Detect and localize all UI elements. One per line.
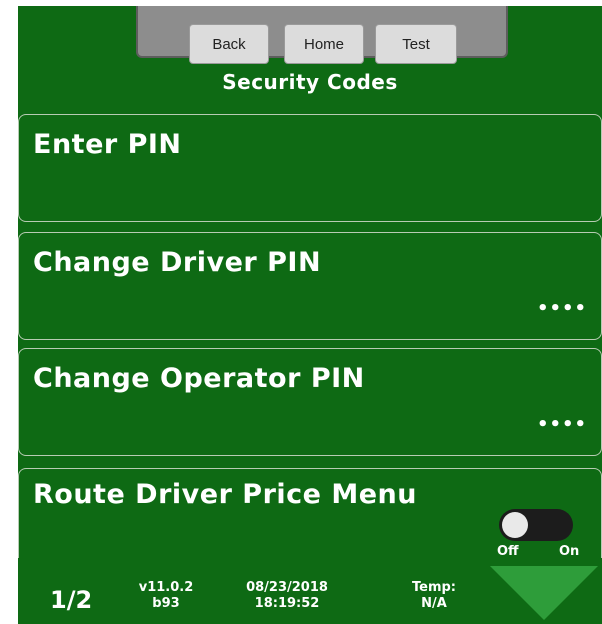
menu-item-label: Change Driver PIN [33, 247, 322, 278]
screen: Back Home Test Security Codes Enter PIN … [18, 6, 602, 624]
toggle-on-label: On [559, 544, 580, 559]
home-button[interactable]: Home [284, 24, 364, 64]
datetime-info: 08/23/2018 18:19:52 [232, 580, 342, 612]
route-driver-price-toggle[interactable] [499, 509, 573, 541]
next-page-arrow-icon[interactable] [490, 566, 598, 620]
masked-pin-value: •••• [536, 298, 587, 319]
menu-item-change-driver-pin[interactable]: Change Driver PIN •••• [18, 232, 602, 340]
menu-item-change-operator-pin[interactable]: Change Operator PIN •••• [18, 348, 602, 456]
version-number: v11.0.2 [138, 580, 194, 595]
date-text: 08/23/2018 [246, 580, 328, 595]
footer: 1/2 v11.0.2 b93 08/23/2018 18:19:52 Temp… [18, 558, 602, 624]
temp-label: Temp: [411, 580, 456, 595]
temperature-info: Temp: N/A [404, 580, 464, 612]
toggle-off-label: Off [497, 544, 519, 559]
menu-item-enter-pin[interactable]: Enter PIN [18, 114, 602, 222]
temp-value: N/A [421, 596, 447, 611]
menu-item-label: Route Driver Price Menu [33, 479, 417, 510]
test-button[interactable]: Test [375, 24, 457, 64]
time-text: 18:19:52 [254, 596, 320, 611]
menu-item-label: Enter PIN [33, 129, 182, 160]
build-number: b93 [152, 596, 180, 611]
masked-pin-value: •••• [536, 414, 587, 435]
version-info: v11.0.2 b93 [136, 580, 196, 612]
toggle-knob [502, 512, 528, 538]
page-indicator: 1/2 [50, 586, 93, 614]
page-title: Security Codes [222, 70, 398, 94]
back-button[interactable]: Back [189, 24, 269, 64]
menu-item-route-driver-price-menu[interactable]: Route Driver Price Menu Off On [18, 468, 602, 568]
menu-item-label: Change Operator PIN [33, 363, 365, 394]
